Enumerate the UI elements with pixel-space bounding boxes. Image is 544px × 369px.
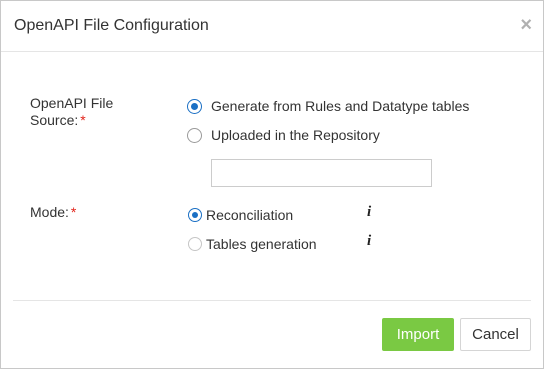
option-generate-from-rules-label[interactable]: Generate from Rules and Datatype tables (211, 98, 469, 114)
option-reconciliation-label[interactable]: Reconciliation (206, 207, 293, 223)
info-icon[interactable]: i (367, 233, 371, 250)
info-icon[interactable]: i (367, 204, 371, 221)
radio-uploaded-in-repository[interactable] (187, 128, 202, 143)
cancel-button[interactable]: Cancel (460, 318, 531, 351)
source-label-line1: OpenAPI File (30, 95, 114, 111)
source-label: OpenAPI File Source: * (30, 95, 113, 129)
close-icon[interactable]: × (520, 13, 532, 37)
source-label-line2: Source: * (30, 112, 113, 129)
required-asterisk: * (70, 204, 77, 220)
dialog-header: OpenAPI File Configuration × (1, 1, 543, 52)
radio-reconciliation[interactable] (188, 208, 202, 222)
radio-tables-generation[interactable] (188, 237, 202, 251)
option-uploaded-in-repository-label[interactable]: Uploaded in the Repository (211, 127, 380, 143)
required-asterisk: * (80, 112, 86, 128)
import-button[interactable]: Import (382, 318, 454, 351)
footer-divider (13, 300, 531, 301)
option-tables-generation-label[interactable]: Tables generation (206, 236, 317, 252)
mode-label-text: Mode: (30, 204, 69, 220)
source-label-text: Source: (30, 112, 79, 128)
radio-generate-from-rules[interactable] (187, 99, 202, 114)
dialog-title: OpenAPI File Configuration (14, 17, 209, 34)
openapi-config-dialog: OpenAPI File Configuration × OpenAPI Fil… (0, 0, 544, 369)
mode-label: Mode: * (30, 204, 76, 221)
repository-file-input[interactable] (211, 159, 432, 187)
